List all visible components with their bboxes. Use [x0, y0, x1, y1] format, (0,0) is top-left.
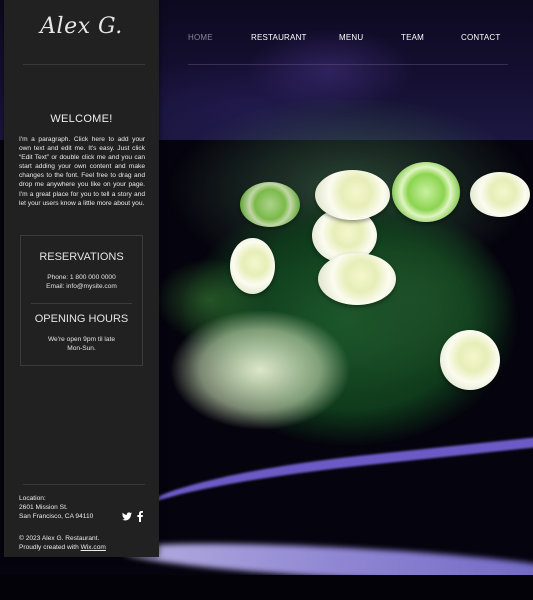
- facebook-glyph: [137, 511, 143, 522]
- welcome-paragraph: I'm a paragraph. Click here to add your …: [19, 136, 145, 207]
- facebook-icon[interactable]: [137, 511, 143, 525]
- welcome-title: WELCOME!: [50, 113, 113, 125]
- background-bottom: [0, 575, 533, 600]
- logo-divider: [23, 64, 145, 65]
- info-box: RESERVATIONS Phone: 1 800 000 0000 Email…: [20, 235, 143, 366]
- reservations-email: Email: info@mysite.com: [46, 283, 117, 290]
- leek-slice: [230, 238, 275, 294]
- twitter-glyph: [122, 512, 132, 521]
- main-nav: HOME RESTAURANT MENU TEAM CONTACT: [160, 33, 533, 45]
- nav-item-home[interactable]: HOME: [188, 33, 213, 42]
- leek-slice: [315, 170, 390, 220]
- reservations-title: RESERVATIONS: [39, 251, 124, 263]
- opening-hours-line-2: Mon-Sun.: [67, 345, 96, 352]
- footer-divider: [23, 484, 145, 485]
- nav-divider: [188, 64, 508, 65]
- copyright-text: © 2023 Alex G. Restaurant.: [19, 535, 100, 542]
- nav-item-menu[interactable]: MENU: [339, 33, 363, 42]
- nav-item-contact[interactable]: CONTACT: [461, 33, 500, 42]
- leek-slice: [440, 330, 500, 390]
- leek-slice: [318, 253, 396, 305]
- wix-link[interactable]: Wix.com: [81, 544, 106, 551]
- opening-hours-title: OPENING HOURS: [34, 313, 129, 325]
- created-with-prefix: Proudly created with: [19, 544, 81, 551]
- leek-slice: [470, 172, 530, 217]
- twitter-icon[interactable]: [122, 512, 132, 524]
- nav-item-team[interactable]: TEAM: [401, 33, 424, 42]
- info-box-divider: [31, 303, 132, 304]
- leek-slice: [392, 162, 460, 222]
- opening-hours-line-1: We're open 9pm til late: [47, 336, 116, 343]
- reservations-phone: Phone: 1 800 000 0000: [47, 274, 116, 281]
- nav-item-restaurant[interactable]: RESTAURANT: [251, 33, 307, 42]
- location-street: 2601 Mission St.: [19, 504, 68, 511]
- created-with-text: Proudly created with Wix.com: [19, 543, 106, 552]
- location-city: San Francisco, CA 94110: [19, 513, 94, 520]
- location-label: Location:: [19, 495, 46, 502]
- logo[interactable]: Alex G.: [4, 14, 159, 39]
- leek-slice: [240, 182, 300, 227]
- sidebar: Alex G. WELCOME! I'm a paragraph. Click …: [4, 0, 159, 557]
